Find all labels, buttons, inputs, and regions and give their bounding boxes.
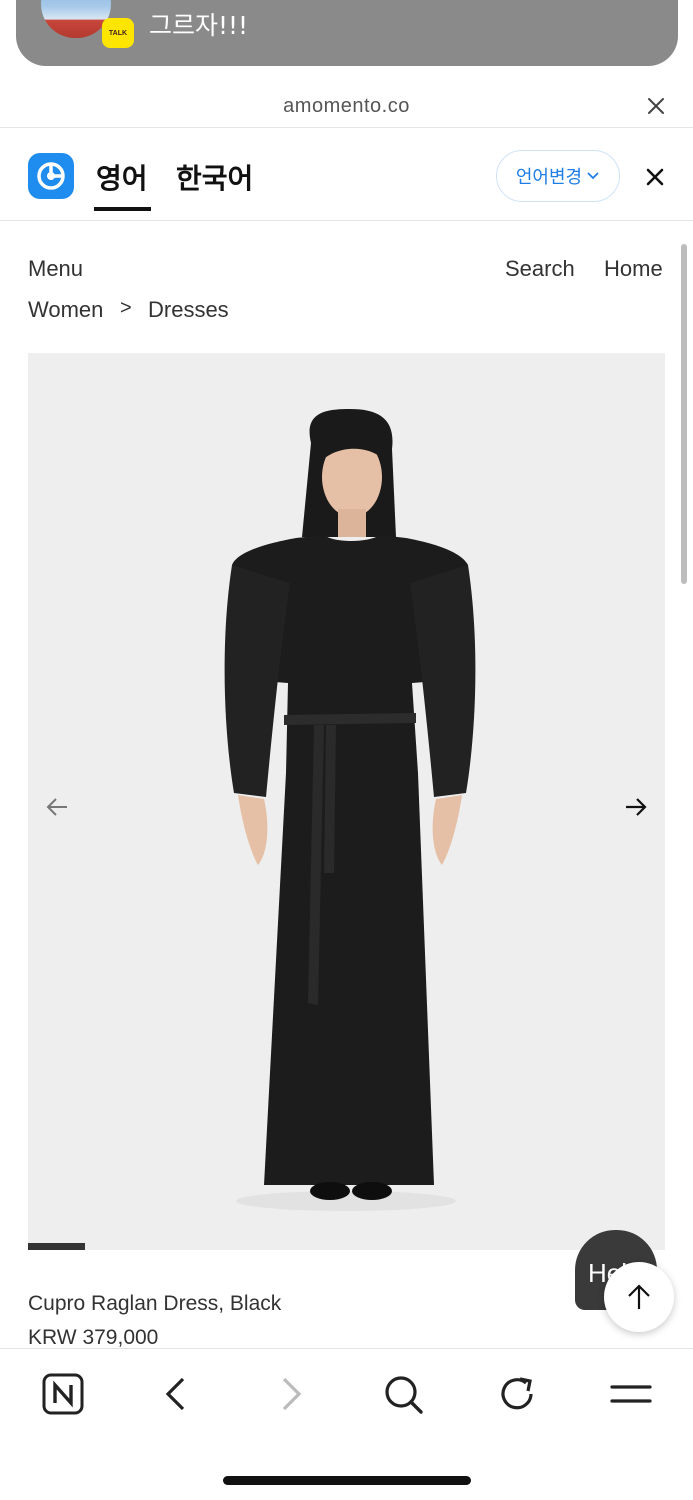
kakaotalk-badge-icon: TALK xyxy=(102,18,134,48)
kakaotalk-badge-label: TALK xyxy=(108,29,128,37)
home-link[interactable]: Home xyxy=(604,256,663,282)
search-link[interactable]: Search xyxy=(505,256,575,282)
breadcrumb-separator: > xyxy=(120,297,132,319)
breadcrumb-women[interactable]: Women xyxy=(28,297,103,323)
breadcrumb-dresses[interactable]: Dresses xyxy=(148,297,229,323)
arrow-left-icon[interactable] xyxy=(43,793,71,821)
menu-link[interactable]: Menu xyxy=(28,256,83,282)
home-indicator xyxy=(223,1476,471,1485)
product-name: Cupro Raglan Dress, Black xyxy=(28,1292,282,1315)
gallery-progress-track xyxy=(28,1243,665,1250)
url-domain[interactable]: amomento.co xyxy=(0,95,693,118)
search-icon[interactable] xyxy=(378,1369,428,1419)
naver-home-icon[interactable] xyxy=(38,1369,88,1419)
notification-message: 그르자!!! xyxy=(149,11,249,40)
product-price: KRW 379,000 xyxy=(28,1326,159,1349)
scroll-to-top-button[interactable] xyxy=(604,1262,674,1332)
arrow-up-icon xyxy=(628,1284,650,1309)
change-language-button[interactable]: 언어변경 xyxy=(496,150,620,202)
forward-icon xyxy=(266,1369,316,1419)
translate-bar: 영어 한국어 언어변경 xyxy=(0,129,693,221)
close-icon[interactable] xyxy=(645,95,667,117)
papago-logo-icon xyxy=(28,153,74,199)
kakaotalk-notification[interactable]: TALK 그르자!!! xyxy=(16,0,678,66)
close-translate-icon[interactable] xyxy=(644,166,666,188)
back-icon[interactable] xyxy=(151,1369,201,1419)
tab-source-language[interactable]: 영어 xyxy=(94,157,151,211)
change-language-label: 언어변경 xyxy=(515,167,583,188)
product-image[interactable] xyxy=(28,353,665,1244)
model-photo xyxy=(224,409,476,1211)
menu-icon[interactable] xyxy=(606,1369,656,1419)
chevron-down-icon xyxy=(587,172,599,180)
arrow-right-icon[interactable] xyxy=(622,793,650,821)
gallery-progress-fill xyxy=(28,1243,85,1250)
reload-icon[interactable] xyxy=(492,1369,542,1419)
tab-target-language[interactable]: 한국어 xyxy=(176,157,253,197)
page-scrollbar[interactable] xyxy=(681,244,687,584)
notification-avatar xyxy=(41,0,111,38)
url-bar: amomento.co xyxy=(0,84,693,128)
